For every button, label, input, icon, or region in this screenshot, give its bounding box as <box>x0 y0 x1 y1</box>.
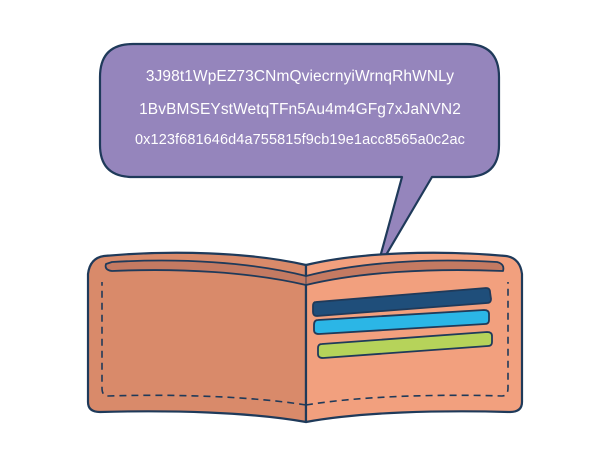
wallet-address-3: 0x123f681646d4a755815f9cb19e1acc8565a0c2… <box>135 132 465 148</box>
wallet-icon <box>86 251 524 424</box>
wallet-address-1: 3J98t1WpEZ73CNmQviecrnyiWrnqRhWNLy <box>145 68 455 85</box>
wallet-address-2: 1BvBMSEYstWetqTFn5Au4m4GFg7xJaNVN2 <box>139 101 461 118</box>
